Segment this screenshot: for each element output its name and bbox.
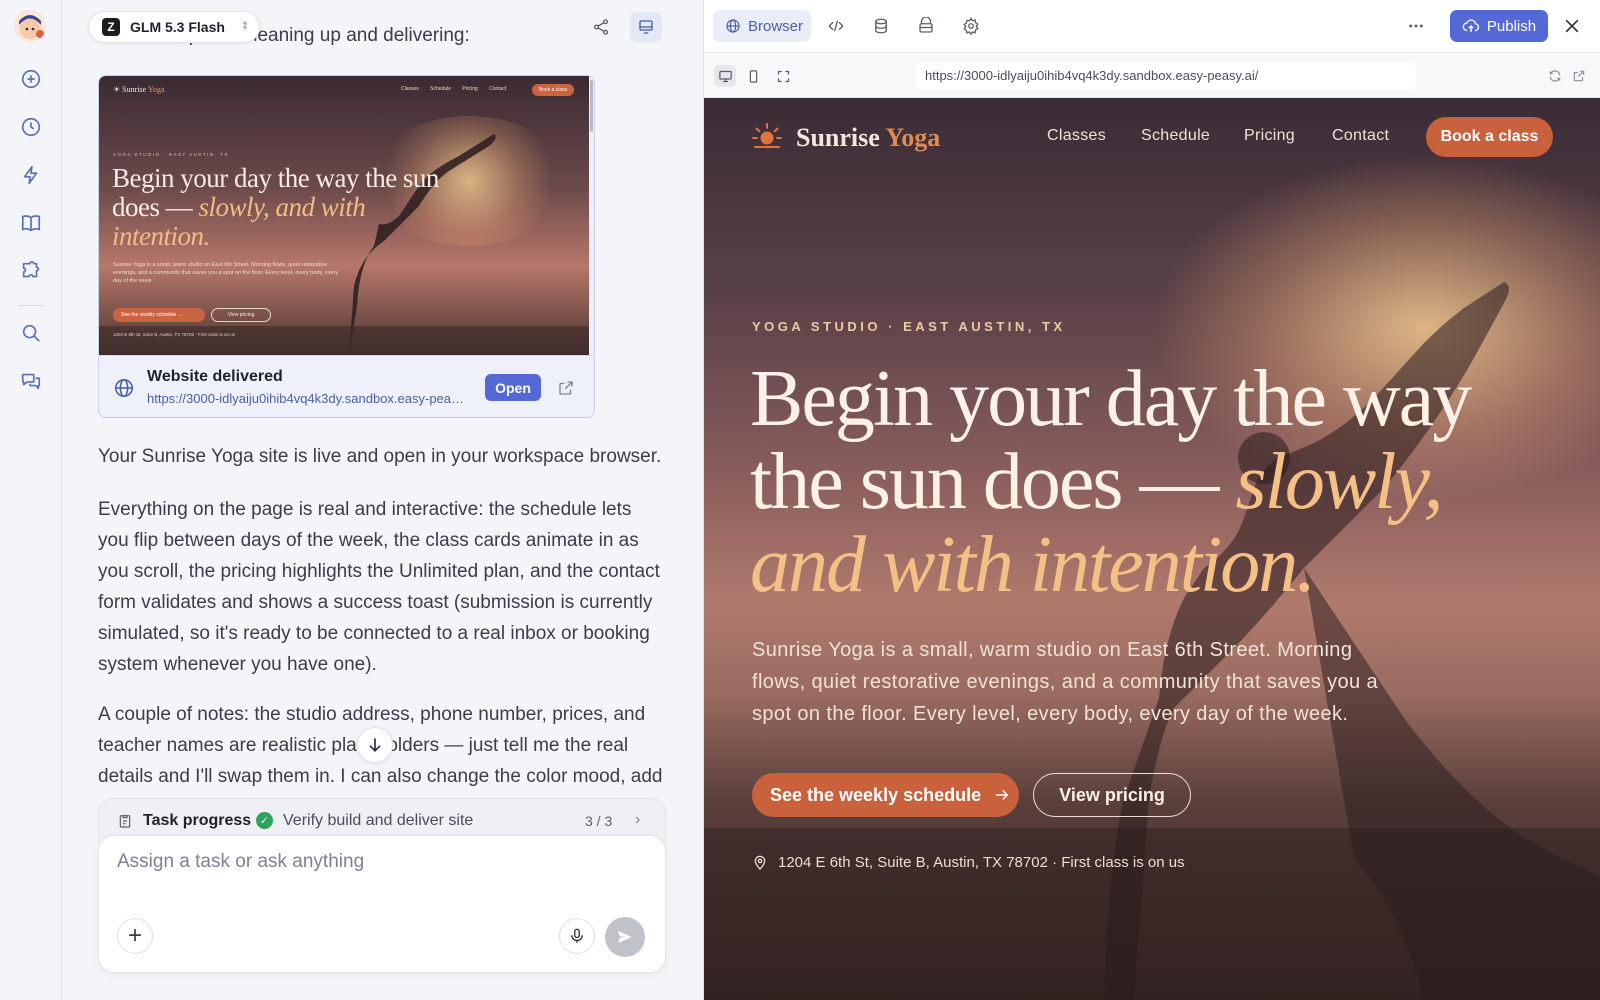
- mini-cta-secondary: View pricing: [211, 308, 271, 322]
- hero-eyebrow: YOGA STUDIO · EAST AUSTIN, TX: [752, 319, 1066, 334]
- site-brand[interactable]: Sunrise Yoga: [796, 123, 940, 153]
- chat-input-placeholder[interactable]: Assign a task or ask anything: [117, 851, 364, 873]
- globe-icon: [726, 19, 740, 33]
- close-icon[interactable]: [1560, 14, 1584, 38]
- external-link-icon[interactable]: [557, 379, 575, 397]
- refresh-icon[interactable]: [1546, 67, 1564, 85]
- address-bar-row: https://3000-idlyaiju0ihib4vq4k3dy.sandb…: [704, 52, 1600, 98]
- arrow-right-icon: [996, 789, 1009, 801]
- task-progress-title: Task progress: [143, 812, 252, 829]
- thumbnail-scrollbar[interactable]: [590, 80, 593, 132]
- see-schedule-button[interactable]: See the weekly schedule: [752, 773, 1019, 817]
- chat-bubbles-icon[interactable]: [17, 367, 45, 395]
- chat-pane: All checks pass. Cleaning up and deliver…: [62, 0, 703, 1000]
- studio-address: 1204 E 6th St, Suite B, Austin, TX 78702…: [752, 854, 1185, 871]
- chevron-right-icon[interactable]: ›: [635, 811, 640, 829]
- model-selector[interactable]: Z GLM 5.3 Flash ⇕: [88, 11, 260, 43]
- mini-cta-primary: See the weekly schedule →: [113, 308, 205, 322]
- add-attachment-button[interactable]: +: [117, 918, 153, 954]
- left-rail: [0, 0, 62, 1000]
- publish-button[interactable]: Publish: [1450, 10, 1548, 42]
- scroll-down-button[interactable]: [357, 727, 393, 763]
- chat-paragraph: Everything on the page is real and inter…: [98, 499, 660, 675]
- mini-eyebrow: YOGA STUDIO · EAST AUSTIN, TX: [113, 152, 229, 157]
- open-button[interactable]: Open: [485, 374, 541, 401]
- globe-icon: [113, 377, 135, 399]
- address-text: 1204 E 6th St, Suite B, Austin, TX 78702…: [778, 854, 1185, 871]
- microphone-button[interactable]: [559, 918, 595, 954]
- url-field[interactable]: https://3000-idlyaiju0ihib4vq4k3dy.sandb…: [916, 62, 1416, 90]
- fullscreen-icon[interactable]: [772, 65, 794, 87]
- code-icon[interactable]: [824, 14, 848, 38]
- mini-nav: Classes Schedule Pricing Contact: [401, 86, 507, 92]
- nav-pricing[interactable]: Pricing: [1244, 127, 1295, 145]
- hero-headline: Begin your day the way the sun does — sl…: [750, 355, 1472, 609]
- share-icon[interactable]: [585, 12, 617, 42]
- nav-contact[interactable]: Contact: [1332, 127, 1389, 145]
- chat-paragraph: Your Sunrise Yoga site is live and open …: [98, 446, 662, 467]
- rail-divider: [18, 305, 44, 306]
- see-schedule-label: See the weekly schedule: [770, 784, 982, 805]
- mini-headline: Begin your day the way the sun does — sl…: [112, 163, 439, 251]
- book-class-button[interactable]: Book a class: [1426, 117, 1553, 157]
- mobile-view-icon[interactable]: [742, 65, 764, 87]
- website-thumbnail[interactable]: ☀ Sunrise Yoga Classes Schedule Pricing …: [99, 76, 589, 355]
- storage-icon[interactable]: [914, 14, 938, 38]
- model-name: GLM 5.3 Flash: [130, 19, 225, 35]
- avatar[interactable]: [14, 10, 46, 42]
- view-pricing-button[interactable]: View pricing: [1033, 773, 1191, 817]
- website-delivered-card[interactable]: ☀ Sunrise Yoga Classes Schedule Pricing …: [98, 75, 595, 418]
- clipboard-icon: [117, 813, 133, 829]
- new-chat-icon[interactable]: [17, 65, 45, 93]
- chevron-updown-icon: ⇕: [240, 21, 250, 32]
- sun-logo-icon: [752, 123, 782, 148]
- puzzle-icon[interactable]: [17, 257, 45, 285]
- nav-schedule[interactable]: Schedule: [1141, 127, 1210, 145]
- nav-classes[interactable]: Classes: [1047, 127, 1106, 145]
- model-logo-icon: Z: [102, 18, 120, 36]
- task-count: 3 / 3: [585, 813, 613, 829]
- book-icon[interactable]: [17, 209, 45, 237]
- browser-pane: Browser Publish https://3000-idlyaiju0ih…: [703, 0, 1600, 1000]
- location-pin-icon: [754, 855, 766, 870]
- settings-gear-icon[interactable]: [959, 14, 983, 38]
- desktop-view-icon[interactable]: [714, 65, 736, 87]
- mini-address: 1204 E 6th St, Suite B, Austin, TX 78702…: [113, 332, 235, 337]
- hero-description: Sunrise Yoga is a small, warm studio on …: [752, 639, 1378, 725]
- tab-browser[interactable]: Browser: [713, 10, 811, 42]
- browser-toolbar: Browser Publish: [704, 0, 1600, 52]
- check-circle-icon: ✓: [256, 812, 273, 829]
- publish-label: Publish: [1486, 17, 1537, 35]
- bolt-icon[interactable]: [17, 161, 45, 189]
- database-icon[interactable]: [869, 14, 893, 38]
- card-footer: Website delivered https://3000-idlyaiju0…: [99, 355, 594, 417]
- chat-input-box[interactable]: Assign a task or ask anything +: [98, 835, 666, 973]
- send-button[interactable]: [605, 917, 645, 957]
- more-options-icon[interactable]: [1404, 14, 1428, 38]
- upload-cloud-icon: [1462, 19, 1480, 32]
- open-external-icon[interactable]: [1570, 67, 1588, 85]
- card-title: Website delivered: [147, 368, 283, 385]
- search-icon[interactable]: [17, 319, 45, 347]
- task-step-label: Verify build and deliver site: [283, 812, 474, 829]
- card-link[interactable]: https://3000-idlyaiju0ihib4vq4k3dy.sandb…: [147, 391, 465, 406]
- mini-description: Sunrise Yoga is a small, warm studio on …: [113, 262, 339, 284]
- history-icon[interactable]: [17, 113, 45, 141]
- mini-book-button: Book a class: [532, 84, 574, 96]
- mini-brand: ☀ Sunrise Yoga: [113, 85, 165, 94]
- composer: Task progress ✓ Verify build and deliver…: [98, 798, 666, 973]
- computer-panel-icon[interactable]: [630, 12, 662, 42]
- website-viewport: Sunrise Yoga Classes Schedule Pricing Co…: [704, 98, 1600, 1000]
- tab-browser-label: Browser: [748, 17, 804, 35]
